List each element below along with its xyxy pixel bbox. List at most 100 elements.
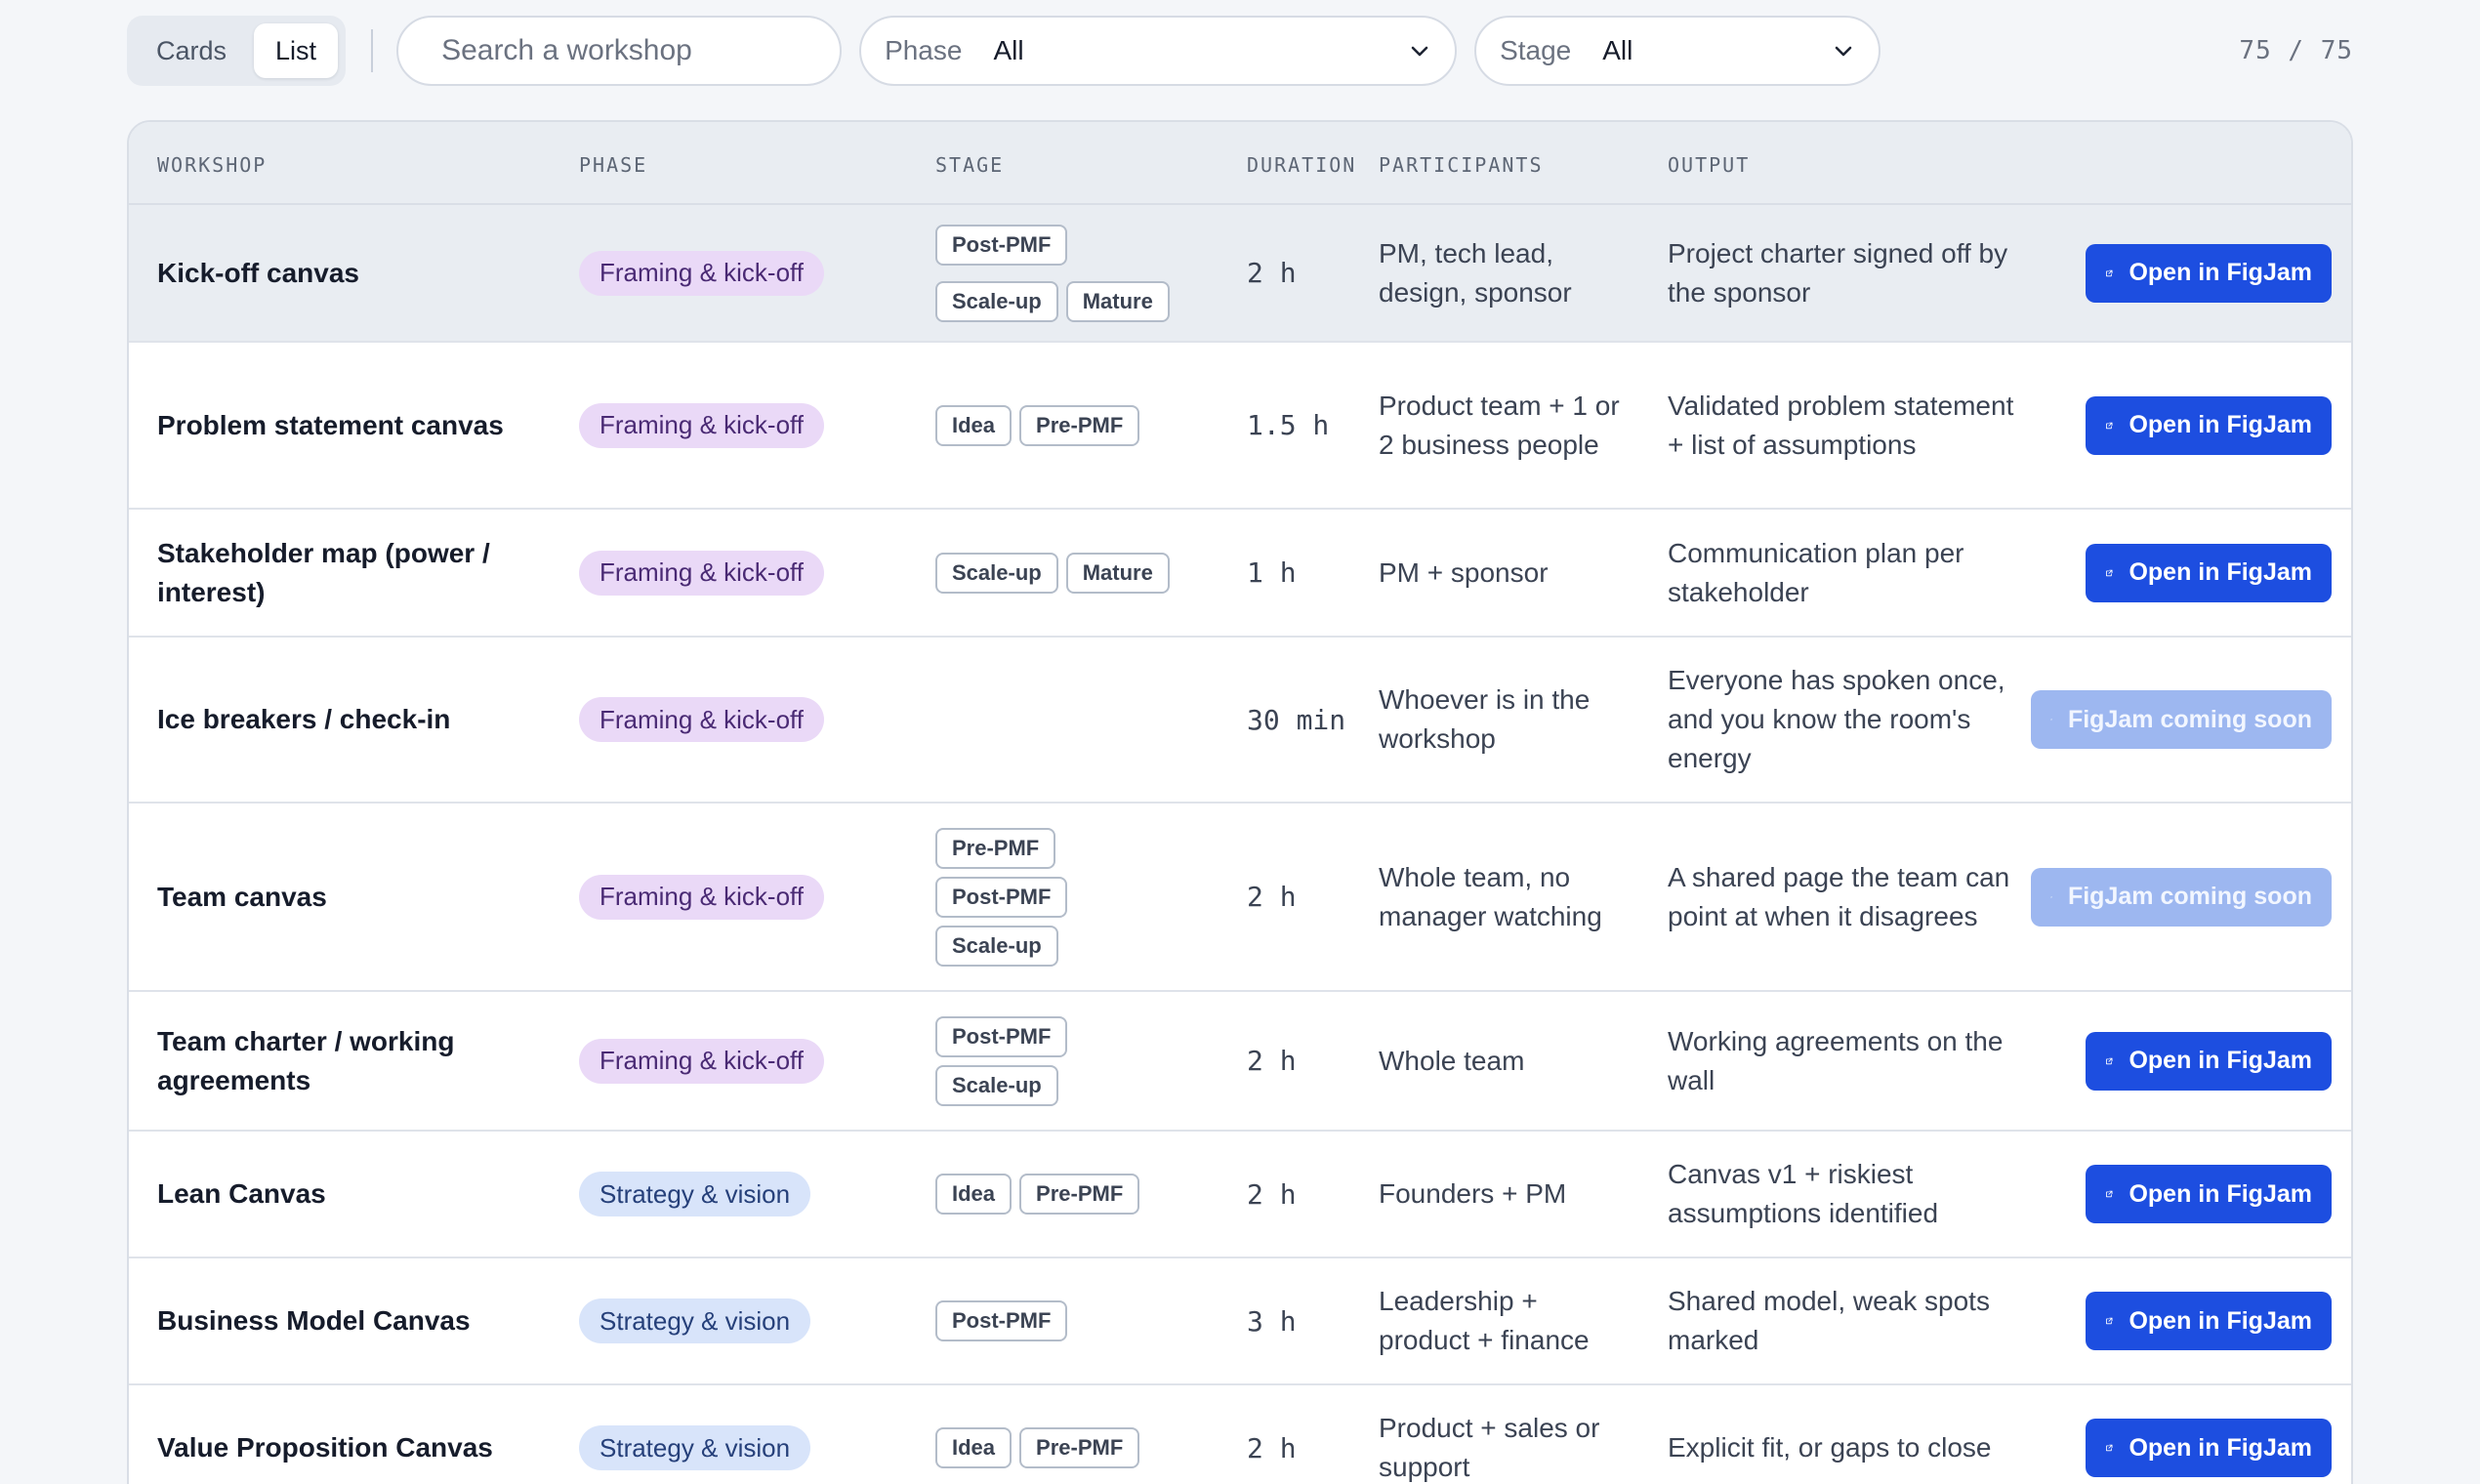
stage-tags: Idea Pre-PMF [935, 1174, 1189, 1215]
external-link-icon [2050, 719, 2052, 721]
external-link-icon [2105, 1057, 2113, 1064]
duration-value: 2 h [1247, 1045, 1297, 1077]
toolbar-divider [371, 29, 374, 72]
phase-cell: Framing & kick-off [579, 638, 825, 802]
action-label: Open in FigJam [2129, 1433, 2312, 1462]
table-row[interactable]: Value Proposition Canvas Strategy & visio… [129, 1385, 2351, 1484]
workshop-name: Team charter / working agreements [157, 1025, 455, 1095]
view-toggle: Cards List [127, 16, 347, 86]
duration-value: 2 h [1247, 1431, 1297, 1464]
stage-tag: Scale-up [935, 925, 1058, 967]
action-cell: Open in FigJam [2086, 1385, 2332, 1484]
stage-select[interactable]: Stage All [1474, 16, 1881, 86]
table-header: WORKSHOP PHASE STAGE DURATION PARTICIPAN… [129, 122, 2351, 205]
stage-tag: Idea [935, 1427, 1013, 1468]
stage-tag: Pre-PMF [1019, 1427, 1140, 1468]
stage-tag: Scale-up [935, 280, 1058, 322]
phase-select-label: Phase [885, 35, 963, 65]
header-output[interactable]: OUTPUT [1668, 153, 1750, 177]
table-row[interactable]: Business Model Canvas Strategy & vision Po… [129, 1258, 2351, 1385]
stage-tags: Scale-up Mature [935, 552, 1189, 594]
stage-select-value: All [1602, 35, 1633, 65]
output-value: Everyone has spoken once, and you know t… [1668, 665, 2005, 773]
output-value: Canvas v1 + riskiest assumptions identif… [1668, 1159, 1939, 1228]
stage-cell: Pre-PMF Post-PMF Scale-up [935, 804, 1189, 990]
view-list-button[interactable]: List [254, 23, 339, 78]
phase-badge: Framing & kick-off [579, 697, 825, 742]
duration-value: 3 h [1247, 1304, 1297, 1338]
header-workshop[interactable]: WORKSHOP [157, 153, 267, 177]
stage-cell: Post-PMF Scale-up [935, 992, 1189, 1130]
stage-cell: Scale-up Mature [935, 510, 1189, 636]
header-stage[interactable]: STAGE [935, 153, 1004, 177]
output-value: Explicit fit, or gaps to close [1668, 1432, 1992, 1463]
view-cards-button[interactable]: Cards [135, 23, 248, 78]
stage-tags: Post-PMF Scale-up [935, 1015, 1189, 1106]
table-row[interactable]: Lean Canvas Strategy & vision Idea Pre-PMF 2… [129, 1132, 2351, 1258]
open-in-figjam-button[interactable]: Open in FigJam [2086, 1292, 2332, 1350]
action-cell: Open in FigJam [2086, 205, 2332, 341]
phase-cell: Framing & kick-off [579, 205, 825, 341]
workshop-name: Value Proposition Canvas [157, 1432, 493, 1463]
phase-badge: Framing & kick-off [579, 550, 825, 596]
table-row[interactable]: Stakeholder map (power / interest) Framin… [129, 510, 2351, 638]
stage-tags: Post-PMF Scale-up Mature [935, 224, 1174, 322]
action-label: Open in FigJam [2129, 558, 2312, 586]
header-duration[interactable]: DURATION [1247, 153, 1356, 177]
open-in-figjam-button[interactable]: Open in FigJam [2086, 395, 2332, 455]
header-phase[interactable]: PHASE [579, 153, 647, 177]
search-input[interactable] [441, 34, 819, 67]
phase-badge: Framing & kick-off [579, 402, 825, 448]
action-cell: Open in FigJam [2086, 510, 2332, 636]
external-link-icon [2105, 1444, 2113, 1452]
external-link-icon [2105, 569, 2113, 576]
duration-value: 2 h [1247, 257, 1297, 289]
stage-tags: Idea Pre-PMF [935, 1427, 1189, 1468]
stage-tag: Pre-PMF [935, 827, 1056, 869]
phase-badge: Strategy & vision [579, 1298, 811, 1343]
search-box[interactable] [396, 16, 843, 86]
stage-tag: Post-PMF [935, 1015, 1068, 1057]
table-row[interactable]: Team charter / working agreements Framing… [129, 992, 2351, 1132]
table-row[interactable]: Ice breakers / check-in Framing & kick-of… [129, 638, 2351, 804]
action-label: Open in FigJam [2129, 1306, 2312, 1335]
phase-select[interactable]: Phase All [859, 16, 1458, 86]
table-row[interactable]: Kick-off canvas Framing & kick-off Post-PM… [129, 205, 2351, 343]
header-participants[interactable]: PARTICIPANTS [1379, 153, 1544, 177]
result-count: 75 / 75 [2239, 36, 2353, 65]
duration-value: 2 h [1247, 1177, 1297, 1211]
stage-tags: Pre-PMF Post-PMF Scale-up [935, 827, 1189, 967]
chevron-down-icon [1835, 46, 1852, 57]
phase-cell: Strategy & vision [579, 1385, 811, 1484]
open-in-figjam-button[interactable]: Open in FigJam [2086, 1419, 2332, 1477]
output-value: Project charter signed off by the sponso… [1668, 237, 2008, 308]
output-value: Validated problem statement + list of as… [1668, 390, 2014, 460]
workshop-name: Stakeholder map (power / interest) [157, 537, 490, 607]
stage-tag: Post-PMF [935, 224, 1068, 266]
action-label: FigJam coming soon [2067, 883, 2312, 910]
open-in-figjam-button[interactable]: Open in FigJam [2086, 1165, 2332, 1223]
participants-value: Whole team [1379, 1045, 1525, 1076]
stage-cell: Post-PMF Scale-up Mature [935, 205, 1189, 341]
output-value: A shared page the team can point at when… [1668, 861, 2010, 931]
action-label: Open in FigJam [2129, 411, 2312, 438]
workshop-name: Business Model Canvas [157, 1305, 471, 1336]
phase-badge: Framing & kick-off [579, 1038, 825, 1084]
external-link-icon [2050, 895, 2052, 898]
chevron-down-icon [1411, 46, 1428, 57]
open-in-figjam-button[interactable]: Open in FigJam [2086, 1031, 2332, 1091]
stage-cell: Idea Pre-PMF [935, 343, 1189, 508]
participants-value: Whole team, no manager watching [1379, 861, 1602, 931]
open-in-figjam-button[interactable]: Open in FigJam [2086, 243, 2332, 303]
open-in-figjam-button[interactable]: Open in FigJam [2086, 543, 2332, 602]
table-row[interactable]: Team canvas Framing & kick-off Pre-PMF Post… [129, 804, 2351, 992]
duration-value: 2 h [1247, 881, 1297, 913]
workshop-name: Ice breakers / check-in [157, 704, 451, 734]
action-label: Open in FigJam [2129, 1179, 2312, 1208]
stage-tag: Mature [1065, 280, 1170, 322]
stage-tags: Idea Pre-PMF [935, 404, 1189, 446]
table-row[interactable]: Problem statement canvas Framing & kick-o… [129, 343, 2351, 510]
participants-value: Product team + 1 or 2 business people [1379, 390, 1620, 460]
participants-value: Product + sales or support [1379, 1413, 1600, 1482]
stage-tag: Mature [1065, 552, 1170, 594]
